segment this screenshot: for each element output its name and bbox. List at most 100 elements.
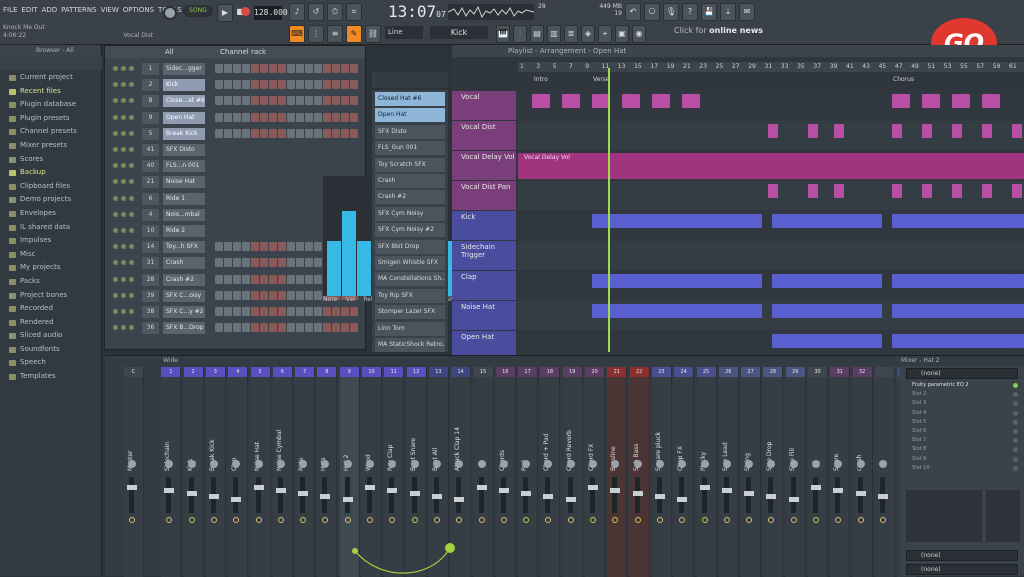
step-button[interactable] (242, 307, 250, 316)
channel-mute-led[interactable] (121, 309, 126, 314)
volume-fader[interactable] (166, 477, 172, 513)
output-selector-2[interactable]: (none) (906, 564, 1018, 575)
step-button[interactable] (269, 290, 277, 300)
effect-slot[interactable]: Fruity parametric EQ 2 (900, 381, 1024, 390)
channel-mute-led[interactable] (121, 82, 126, 88)
fader-cap[interactable] (811, 485, 821, 490)
volume-fader[interactable] (590, 477, 595, 513)
mixer-track-enable-icon[interactable] (389, 517, 396, 523)
mixer-strip[interactable]: 18 Chord + Pad (540, 367, 561, 577)
channel-mixer-track[interactable]: 36 (142, 322, 159, 335)
step-button[interactable] (323, 96, 331, 106)
browser-item[interactable]: Misc (0, 248, 102, 262)
step-button[interactable] (269, 258, 277, 268)
step-button[interactable] (242, 80, 250, 90)
step-button[interactable] (251, 64, 259, 73)
step-button[interactable] (278, 290, 286, 300)
step-button[interactable] (251, 242, 259, 252)
step-button[interactable] (314, 307, 322, 316)
pan-knob[interactable] (209, 460, 218, 468)
step-button[interactable] (233, 307, 241, 316)
step-button[interactable] (287, 274, 295, 284)
menu-file[interactable]: FILE (3, 6, 17, 14)
step-button[interactable] (332, 64, 340, 73)
channel-row[interactable]: 36 SFX B...Drop (105, 320, 367, 336)
step-button[interactable] (314, 323, 322, 333)
menu-patterns[interactable]: PATTERNS (61, 6, 96, 14)
pan-knob[interactable] (254, 460, 263, 468)
step-button[interactable] (215, 64, 223, 73)
step-button[interactable] (251, 290, 259, 300)
browser-item[interactable]: Sliced audio (0, 329, 102, 343)
browser-item[interactable]: Soundfonts (0, 343, 102, 357)
fader-cap[interactable] (231, 497, 242, 502)
browser-item[interactable]: Current project (0, 71, 102, 85)
undo-icon[interactable]: ↶ (625, 3, 641, 21)
mic-icon[interactable]: 🎙 (663, 3, 679, 21)
fader-cap[interactable] (521, 491, 532, 496)
step-button[interactable] (323, 307, 331, 316)
step-button[interactable] (323, 128, 331, 138)
news-link[interactable]: Click for online news (674, 26, 763, 35)
effect-slot[interactable]: Slot 8 (900, 445, 1024, 454)
step-button[interactable] (341, 307, 349, 316)
mixer-strip[interactable]: 19 Chord Reverb (562, 367, 583, 577)
picker-item[interactable]: MA Constellations Sh... (375, 272, 445, 287)
step-button[interactable] (332, 128, 340, 138)
step-button[interactable] (233, 242, 241, 252)
pan-knob[interactable] (589, 460, 597, 468)
picker-item[interactable]: MA StaticShock Retro... (375, 338, 445, 352)
step-button[interactable] (305, 128, 313, 138)
pan-knob[interactable] (432, 460, 441, 468)
step-button[interactable] (224, 96, 232, 106)
volume-fader[interactable] (478, 477, 484, 513)
channel-name-button[interactable]: SFX C...oisy (163, 289, 205, 302)
browser-item[interactable]: Plugin presets (0, 112, 102, 126)
pan-knob[interactable] (343, 460, 352, 468)
tool-record-icon[interactable]: ◉ (632, 25, 646, 43)
fader-cap[interactable] (186, 491, 197, 496)
mixer-strip[interactable]: 15 (473, 367, 494, 577)
channel-mute-led[interactable] (121, 163, 126, 169)
mixer-strip[interactable]: 7Ride (295, 367, 316, 577)
picker-item[interactable]: SFX Cym Noisy #2 (375, 223, 445, 238)
step-button[interactable] (224, 258, 232, 268)
pattern-clip[interactable] (922, 184, 932, 198)
browser-item[interactable]: Impulses (0, 234, 102, 248)
fader-cap[interactable] (208, 494, 219, 499)
channel-mute-led[interactable] (113, 66, 118, 71)
step-button[interactable] (296, 96, 304, 106)
pattern-clip[interactable] (652, 94, 670, 108)
mixer-track-enable-icon[interactable] (523, 517, 530, 523)
step-sequencer[interactable] (215, 96, 359, 106)
mixer-track-enable-icon[interactable] (233, 517, 240, 523)
channel-name-button[interactable]: Noise Hat (163, 176, 205, 189)
step-button[interactable] (269, 112, 277, 122)
channel-mute-led[interactable] (129, 98, 134, 104)
track-header[interactable]: Vocal Dist Pan (452, 181, 516, 210)
channel-mute-led[interactable] (121, 244, 126, 250)
step-button[interactable] (287, 80, 295, 90)
timeline-ruler[interactable]: 1 3 5 7 9 11 13 15 17 19 21 23 25 27 29 31 33 35 37 39 41 43 4… (518, 62, 1024, 72)
channel-mixer-track[interactable]: 39 (142, 289, 159, 302)
mixer-strip[interactable]: 24 Chop FX (674, 367, 695, 577)
channel-mute-led[interactable] (113, 260, 118, 266)
pattern-clip[interactable] (952, 124, 962, 138)
mixer-strip[interactable]: 8Hats (317, 367, 338, 577)
step-button[interactable] (296, 307, 304, 316)
step-button[interactable] (260, 258, 268, 268)
channel-mute-led[interactable] (129, 195, 134, 201)
pattern-clip[interactable] (562, 94, 580, 108)
browser-item[interactable]: My projects (0, 261, 102, 275)
pan-knob[interactable] (789, 460, 798, 468)
pattern-clip[interactable] (1012, 184, 1022, 198)
step-button[interactable] (296, 323, 304, 333)
channel-row[interactable]: 40 FLS...n 001 (105, 158, 367, 174)
step-sequencer[interactable] (215, 307, 359, 317)
step-button[interactable] (269, 80, 277, 90)
volume-fader[interactable] (679, 477, 685, 513)
step-button[interactable] (287, 323, 295, 333)
pattern-clip[interactable] (592, 214, 762, 228)
pan-knob[interactable] (187, 460, 196, 468)
pattern-clip[interactable] (834, 184, 844, 198)
